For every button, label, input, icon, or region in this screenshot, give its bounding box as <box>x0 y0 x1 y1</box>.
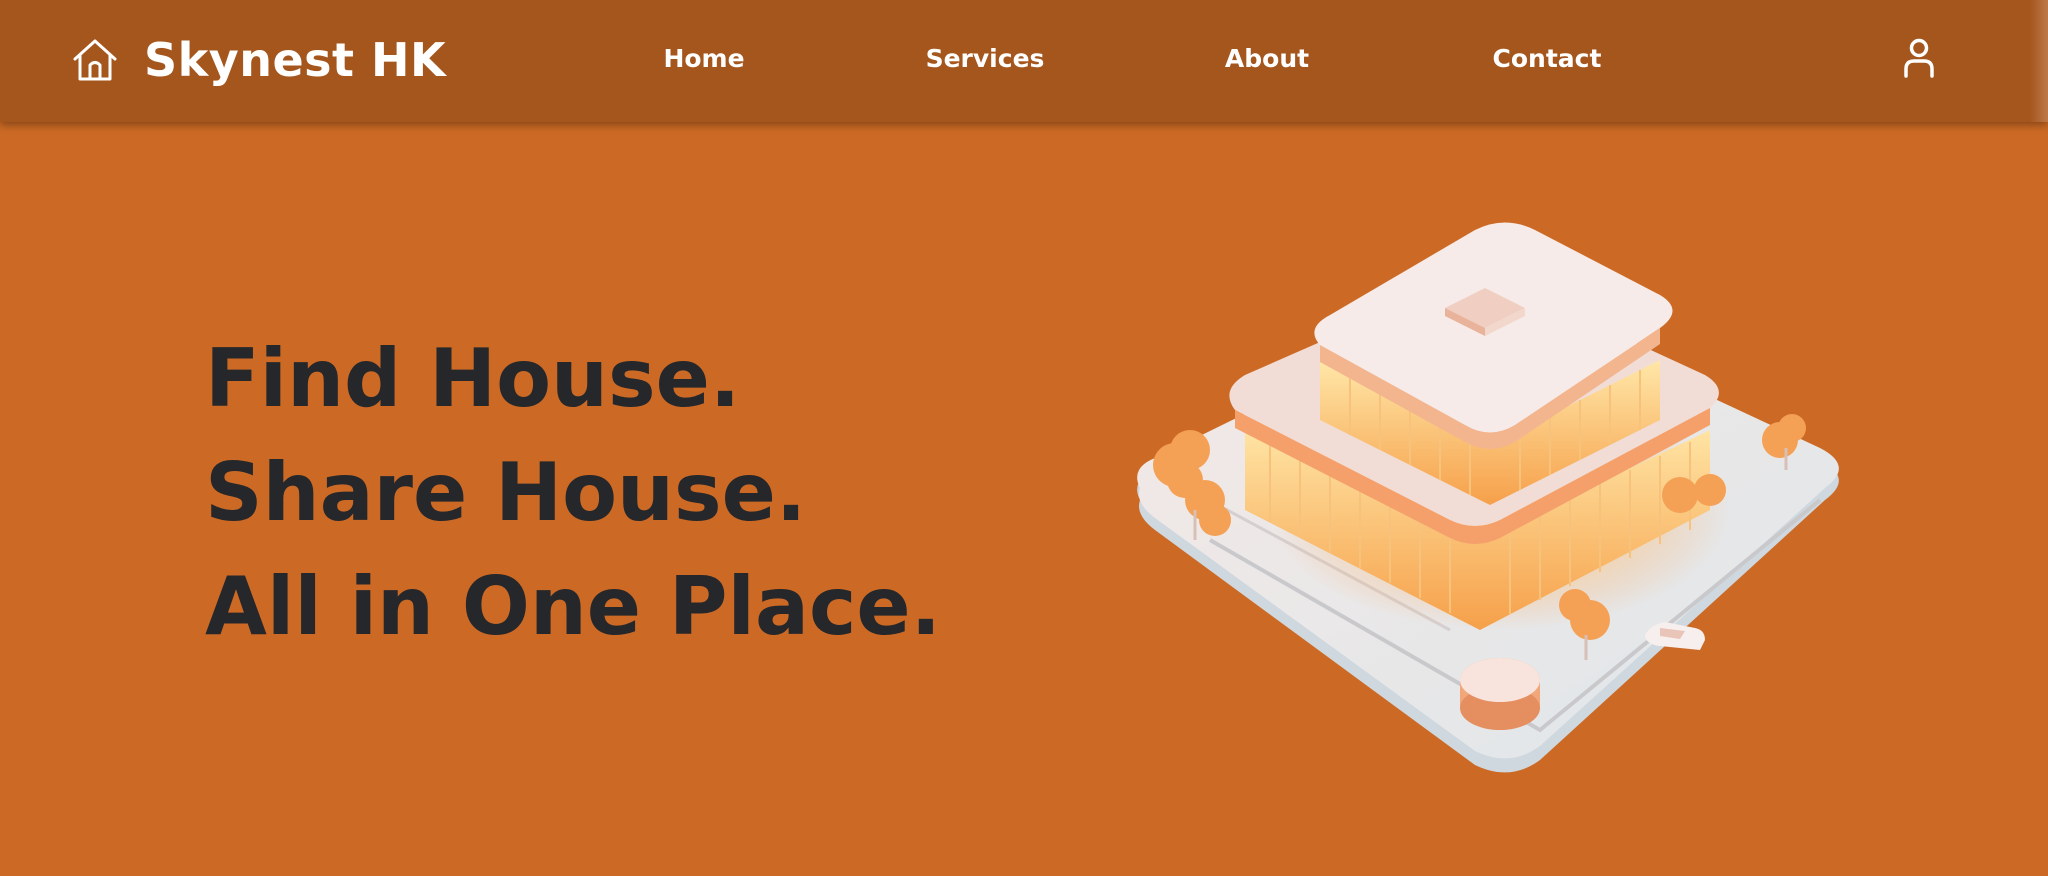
brand-name: Skynest HK <box>144 33 447 87</box>
isometric-building-illustration <box>1120 210 1860 780</box>
hero-heading: Find House. Share House. All in One Plac… <box>205 322 941 664</box>
hero-line-1: Find House. <box>205 332 741 425</box>
home-icon <box>73 39 117 81</box>
nav-link-services[interactable]: Services <box>926 44 1045 73</box>
brand-logo[interactable]: Skynest HK <box>70 28 446 92</box>
user-icon <box>1904 38 1934 78</box>
user-account-button[interactable] <box>1899 36 1939 80</box>
hero-line-3: All in One Place. <box>205 560 942 653</box>
nav-link-contact[interactable]: Contact <box>1493 44 1602 73</box>
top-navbar: Skynest HK Home Services About Contact <box>0 0 2048 122</box>
hero-line-2: Share House. <box>205 446 807 539</box>
nav-link-about[interactable]: About <box>1225 44 1309 73</box>
nav-link-home[interactable]: Home <box>663 44 744 73</box>
